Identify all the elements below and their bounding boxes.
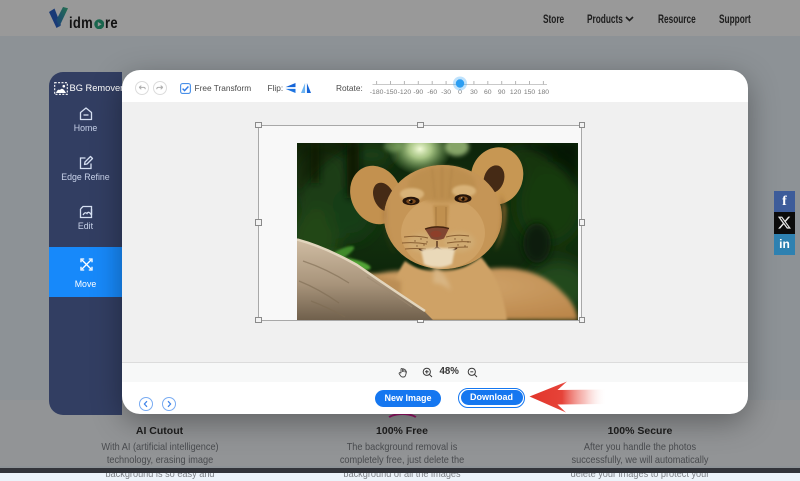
svg-text:60: 60 [484,89,492,96]
svg-text:-60: -60 [427,89,437,96]
svg-text:150: 150 [524,89,536,96]
svg-text:-120: -120 [398,89,412,96]
svg-text:180: 180 [538,89,550,96]
svg-text:-150: -150 [384,89,398,96]
svg-text:30: 30 [470,89,478,96]
svg-text:-180: -180 [370,89,384,96]
svg-text:90: 90 [498,89,506,96]
svg-text:-90: -90 [413,89,423,96]
svg-text:-30: -30 [441,89,451,96]
svg-text:120: 120 [510,89,522,96]
